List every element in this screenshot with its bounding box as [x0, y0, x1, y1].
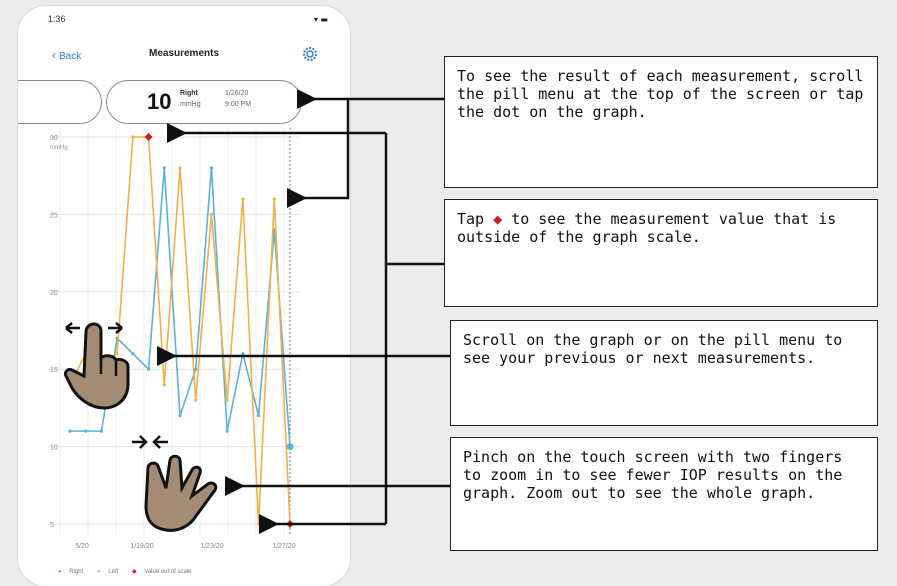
- pinch-hand-icon: [132, 435, 218, 532]
- scroll-hand-icon: [64, 322, 130, 410]
- connector-1-arrow-dot: [287, 99, 350, 208]
